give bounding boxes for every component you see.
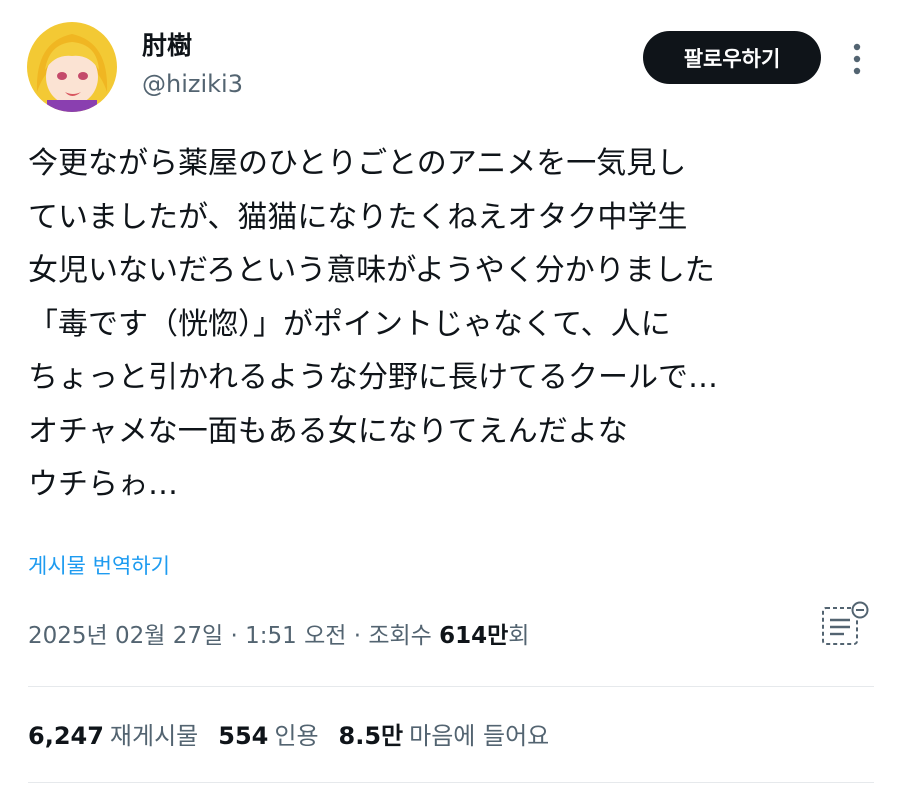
- author-name[interactable]: 肘樹: [142, 30, 192, 62]
- views-label: 조회수: [368, 623, 440, 649]
- tweet-line: ウチらゎ…: [28, 467, 178, 502]
- quotes-label: 인용: [274, 722, 319, 750]
- meta-separator: ·: [346, 623, 369, 649]
- engagement-stats: 6,247 재게시물 554 인용 8.5만 마음에 들어요: [28, 718, 569, 754]
- tweet-text: 今更ながら薬屋のひとりごとのアニメを一気見し ていましたが、猫猫になりたくねえオ…: [28, 137, 888, 512]
- post-meta: 2025년 02월 27일 · 1:51 오전 · 조회수 614만회: [28, 618, 529, 654]
- tweet-line: ていましたが、猫猫になりたくねえオタク中学生: [28, 199, 688, 235]
- tweet-line: ちょっと引かれるような分野に長けてるクールで…: [28, 360, 718, 395]
- meta-separator: ·: [223, 623, 246, 649]
- views-count: 614만: [439, 623, 509, 649]
- reposts-label: 재게시물: [109, 722, 199, 750]
- analytics-icon: [822, 601, 869, 645]
- likes-stat[interactable]: 8.5만 마음에 들어요: [339, 718, 550, 754]
- tweet-line: 女児いないだろという意味がようやく分かりました: [28, 253, 715, 288]
- quotes-count: 554: [218, 722, 269, 750]
- avatar[interactable]: [27, 22, 117, 112]
- post-date[interactable]: 2025년 02월 27일: [28, 623, 223, 649]
- divider: [28, 782, 874, 783]
- analytics-button[interactable]: [818, 600, 874, 648]
- tweet-line: オチャメな一面もある女になりてえんだよな: [28, 413, 628, 449]
- likes-count: 8.5만: [338, 722, 404, 750]
- views-unit: 회: [508, 623, 530, 649]
- more-button[interactable]: [840, 37, 874, 81]
- post-time[interactable]: 1:51 오전: [245, 623, 346, 649]
- reposts-count: 6,247: [28, 722, 104, 750]
- author-handle[interactable]: @hiziki3: [142, 68, 243, 100]
- tweet-line: 「毒です（恍惚）」がポイントじゃなくて、人に: [28, 306, 671, 342]
- quotes-stat[interactable]: 554 인용: [218, 718, 318, 754]
- divider: [28, 686, 874, 687]
- likes-label: 마음에 들어요: [409, 722, 550, 750]
- follow-button[interactable]: 팔로우하기: [643, 31, 821, 84]
- more-vertical-icon: [853, 43, 861, 75]
- reposts-stat[interactable]: 6,247 재게시물: [28, 718, 198, 754]
- avatar-image: [27, 22, 117, 112]
- translate-post-link[interactable]: 게시물 번역하기: [28, 551, 170, 581]
- tweet-line: 今更ながら薬屋のひとりごとのアニメを一気見し: [28, 146, 687, 181]
